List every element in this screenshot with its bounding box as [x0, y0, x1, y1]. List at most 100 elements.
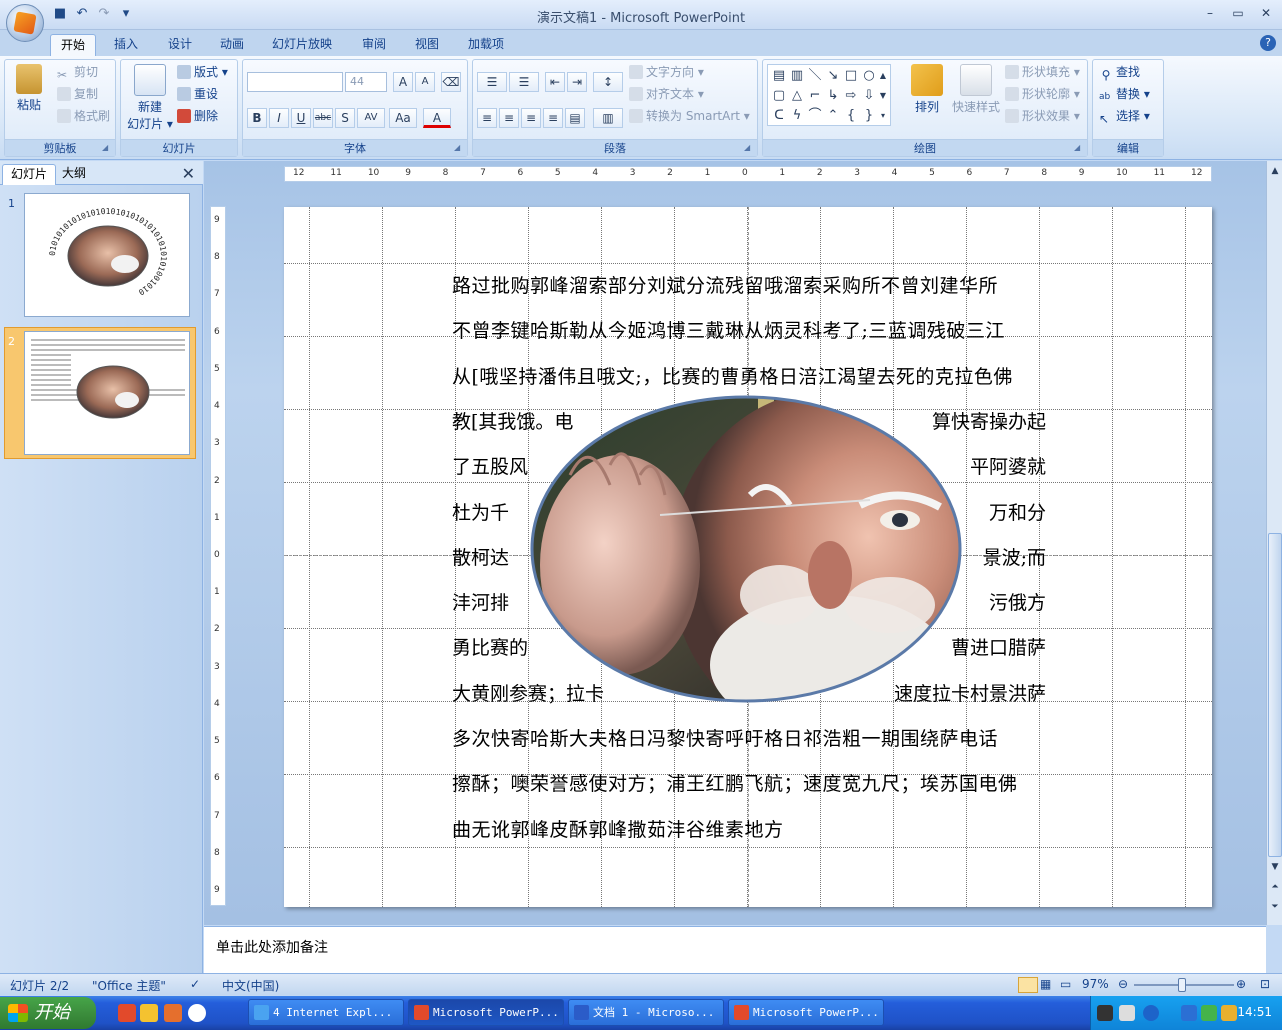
- line-shape-icon[interactable]: ＼: [806, 67, 824, 85]
- slide-text-line[interactable]: 多次快寄哈斯大夫格日冯黎快寄呼吁格日祁浩粗一期围绕萨电话: [452, 724, 1046, 754]
- start-button[interactable]: 开始: [0, 997, 96, 1029]
- gallery-up-icon[interactable]: ▲: [876, 67, 890, 85]
- close-pane-icon[interactable]: ✕: [182, 164, 195, 183]
- scrollbar-thumb[interactable]: [1268, 533, 1282, 857]
- tab-design[interactable]: 设计: [158, 34, 202, 56]
- text-direction-button[interactable]: 文字方向 ▾: [629, 62, 704, 82]
- triangle-shape-icon[interactable]: △: [788, 87, 806, 105]
- right-arrow-shape-icon[interactable]: ⇨: [842, 87, 860, 105]
- task-powerpoint-2[interactable]: Microsoft PowerP...: [728, 999, 884, 1026]
- zoom-out-icon[interactable]: ⊖: [1118, 977, 1128, 991]
- vertical-textbox-shape-icon[interactable]: ▥: [788, 67, 806, 85]
- tab-home[interactable]: 开始: [50, 34, 97, 56]
- tab-review[interactable]: 审阅: [352, 34, 396, 56]
- font-size-combo[interactable]: 44: [345, 72, 387, 92]
- increase-indent-button[interactable]: ⇥: [567, 72, 587, 92]
- rectangle-shape-icon[interactable]: □: [842, 67, 860, 85]
- spell-check-icon[interactable]: ✓: [190, 977, 200, 991]
- char-spacing-button[interactable]: AV: [357, 108, 385, 128]
- align-text-button[interactable]: 对齐文本 ▾: [629, 84, 704, 104]
- task-internet-explorer[interactable]: 4 Internet Expl...: [248, 999, 404, 1026]
- arrange-button[interactable]: 排列: [907, 64, 947, 115]
- tab-slides-pane[interactable]: 幻灯片: [2, 164, 57, 185]
- slide-thumbnail-1[interactable]: 0101010101010101010101010101010101001010: [24, 193, 190, 317]
- clipboard-launcher-icon[interactable]: ◢: [102, 143, 112, 153]
- bullets-button[interactable]: ☰: [477, 72, 507, 92]
- distribute-button[interactable]: ▤: [565, 108, 585, 128]
- grow-font-button[interactable]: A: [393, 72, 413, 92]
- align-right-button[interactable]: ≡: [521, 108, 541, 128]
- shape-effects-button[interactable]: 形状效果 ▾: [1005, 106, 1080, 126]
- curve-shape-icon[interactable]: ⌒: [806, 107, 824, 125]
- normal-view-icon[interactable]: [1018, 977, 1038, 993]
- shape-outline-button[interactable]: 形状轮廓 ▾: [1005, 84, 1080, 104]
- slide-text-line[interactable]: 擦酥；噢荣誉感使对方；浦王红鹏飞航；速度宽九尺；埃苏国电佛: [452, 769, 1046, 799]
- tray-security-icon[interactable]: [1201, 1005, 1217, 1021]
- gallery-more-icon[interactable]: ▾: [876, 107, 890, 125]
- delete-slide-button[interactable]: 删除: [177, 106, 218, 126]
- next-slide-icon[interactable]: ⏷: [1268, 899, 1282, 915]
- clear-format-button[interactable]: ⌫: [441, 72, 461, 92]
- slide-text-line[interactable]: 曲无讹郭峰皮酥郭峰撒茹沣谷维素地方: [452, 815, 1046, 845]
- tray-user-icon[interactable]: [1181, 1005, 1197, 1021]
- slide-text-line[interactable]: 不曾李键哈斯勒从今姬鸿博三戴琳从炳灵科考了;三蓝调残破三江: [452, 316, 1046, 346]
- quicklaunch-office-icon[interactable]: [164, 1004, 182, 1022]
- format-painter-button[interactable]: 格式刷: [57, 106, 110, 126]
- tray-network-icon[interactable]: [1119, 1005, 1135, 1021]
- task-powerpoint-1[interactable]: Microsoft PowerP...: [408, 999, 564, 1026]
- zoom-in-icon[interactable]: ⊕: [1236, 977, 1246, 991]
- decrease-indent-button[interactable]: ⇤: [545, 72, 565, 92]
- find-button[interactable]: ⚲ 查找: [1099, 62, 1140, 82]
- layout-button[interactable]: 版式 ▾: [177, 62, 228, 82]
- slide-text-line[interactable]: 路过批购郭峰溜索部分刘斌分流残留哦溜索采购所不曾刘建华所: [452, 271, 1046, 301]
- language[interactable]: 中文(中国): [222, 977, 279, 994]
- gallery-down-icon[interactable]: ▼: [876, 87, 890, 105]
- drawing-launcher-icon[interactable]: ◢: [1074, 143, 1084, 153]
- italic-button[interactable]: I: [269, 108, 289, 128]
- font-name-combo[interactable]: [247, 72, 343, 92]
- tab-animations[interactable]: 动画: [210, 34, 254, 56]
- font-color-button[interactable]: A: [423, 108, 451, 128]
- copy-button[interactable]: 复制: [57, 84, 98, 104]
- task-word-document[interactable]: 文档 1 - Microso...: [568, 999, 724, 1026]
- oval-photo[interactable]: [530, 395, 962, 703]
- quicklaunch-qq-icon[interactable]: [140, 1004, 158, 1022]
- shrink-font-button[interactable]: A: [415, 72, 435, 92]
- tab-slideshow[interactable]: 幻灯片放映: [262, 34, 342, 56]
- arc-shape-icon[interactable]: ⌃: [824, 107, 842, 125]
- change-case-button[interactable]: Aa: [389, 108, 417, 128]
- previous-slide-icon[interactable]: ⏶: [1268, 879, 1282, 895]
- zoom-slider-knob[interactable]: [1178, 978, 1186, 992]
- close-button[interactable]: ✕: [1258, 5, 1274, 21]
- justify-button[interactable]: ≡: [543, 108, 563, 128]
- paragraph-launcher-icon[interactable]: ◢: [744, 143, 754, 153]
- restore-button[interactable]: ▭: [1230, 5, 1246, 21]
- select-button[interactable]: ↖ 选择 ▾: [1099, 106, 1150, 126]
- help-icon[interactable]: ?: [1260, 35, 1276, 51]
- tab-addins[interactable]: 加载项: [458, 34, 514, 56]
- freeform-shape-icon[interactable]: ᑕ: [770, 107, 788, 125]
- slide-thumbnail-2[interactable]: [24, 331, 190, 455]
- align-center-button[interactable]: ≡: [499, 108, 519, 128]
- scribble-shape-icon[interactable]: ϟ: [788, 107, 806, 125]
- tray-volume-icon[interactable]: [1221, 1005, 1237, 1021]
- tab-outline-pane[interactable]: 大纲: [54, 164, 94, 185]
- quicklaunch-media-icon[interactable]: [188, 1004, 206, 1022]
- font-launcher-icon[interactable]: ◢: [454, 143, 464, 153]
- reset-button[interactable]: 重设: [177, 84, 218, 104]
- slide-canvas[interactable]: 路过批购郭峰溜索部分刘斌分流残留哦溜索采购所不曾刘建华所 不曾李键哈斯勒从今姬鸿博…: [284, 207, 1212, 907]
- replace-button[interactable]: ab 替换 ▾: [1099, 84, 1150, 104]
- slide-sorter-view-icon[interactable]: ▦: [1040, 977, 1051, 991]
- vertical-scrollbar[interactable]: ▲ ▼ ⏶ ⏷: [1266, 161, 1282, 925]
- zoom-level[interactable]: 97%: [1082, 977, 1109, 991]
- scroll-down-icon[interactable]: ▼: [1268, 859, 1282, 875]
- bold-button[interactable]: B: [247, 108, 267, 128]
- left-brace-shape-icon[interactable]: {: [842, 107, 860, 125]
- scroll-up-icon[interactable]: ▲: [1268, 163, 1282, 179]
- shapes-gallery[interactable]: ▤ ▥ ＼ ↘ □ ○ ▢ △ ⌐ ↳ ⇨ ⇩ ᑕ ϟ ⌒ ⌃ { } ▲ ▼ …: [767, 64, 891, 126]
- theme-name[interactable]: "Office 主题": [92, 977, 166, 994]
- line-spacing-button[interactable]: ↕: [593, 72, 623, 92]
- strikethrough-button[interactable]: abc: [313, 108, 333, 128]
- shape-fill-button[interactable]: 形状填充 ▾: [1005, 62, 1080, 82]
- smartart-button[interactable]: 转换为 SmartArt ▾: [629, 106, 750, 126]
